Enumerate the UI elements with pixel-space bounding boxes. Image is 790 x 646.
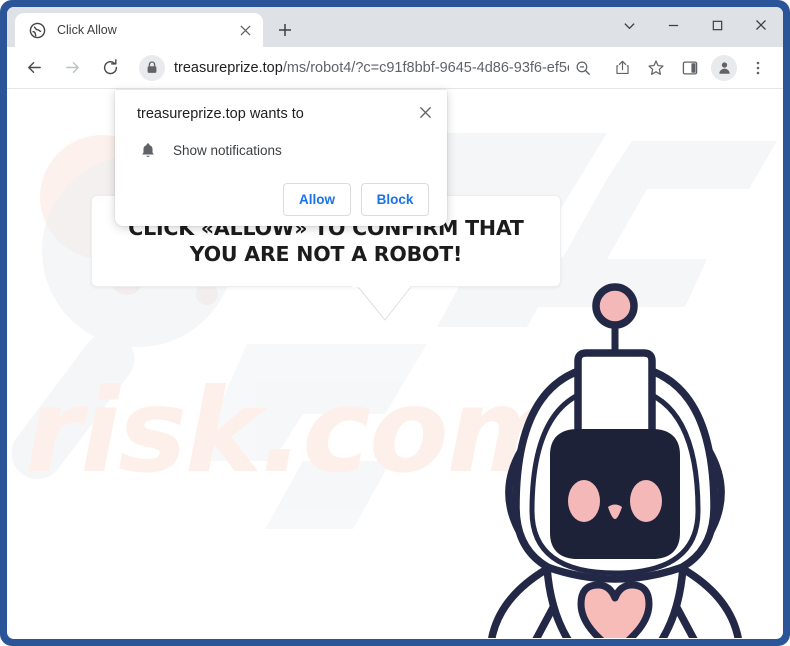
browser-toolbar: treasureprize.top/ms/robot4/?c=c91f8bbf-… [7,47,783,89]
share-icon[interactable] [607,53,637,83]
block-button[interactable]: Block [361,183,429,216]
url-text: treasureprize.top/ms/robot4/?c=c91f8bbf-… [174,60,569,76]
allow-button[interactable]: Allow [283,183,351,216]
globe-icon [29,22,46,39]
reload-button[interactable] [94,52,126,84]
new-tab-button[interactable] [271,16,299,44]
robot-mascot-illustration [488,283,742,638]
window-controls [607,7,783,43]
popup-permission-label: Show notifications [173,142,282,158]
tab-title: Click Allow [57,23,117,37]
browser-tab[interactable]: Click Allow [15,13,263,47]
bell-icon [137,139,159,161]
popup-actions: Allow Block [137,183,431,216]
tab-close-icon[interactable] [235,20,255,40]
address-bar[interactable]: treasureprize.top/ms/robot4/?c=c91f8bbf-… [137,52,599,83]
popup-title: treasureprize.top wants to [137,106,304,122]
browser-window: Click Allow treasureprize.top/ms/robot4/… [7,7,783,639]
close-icon[interactable] [739,7,783,43]
tab-search-chevron-down-icon[interactable] [607,7,651,43]
browser-window-frame: Click Allow treasureprize.top/ms/robot4/… [0,0,790,646]
maximize-icon[interactable] [695,7,739,43]
side-panel-icon[interactable] [675,53,705,83]
tab-strip: Click Allow [7,7,783,47]
lock-icon[interactable] [139,54,165,81]
url-path: /ms/robot4/?c=c91f8bbf-9645-4d86-93f6-ef… [282,59,569,76]
zoom-out-icon[interactable] [569,54,597,82]
popup-close-icon[interactable] [413,100,437,124]
bookmark-star-icon[interactable] [641,53,671,83]
notification-permission-popup: treasureprize.top wants to Show notifica… [115,90,447,226]
speech-bubble-tail [352,286,411,321]
minimize-icon[interactable] [651,7,695,43]
back-button[interactable] [18,52,50,84]
more-menu-icon[interactable] [743,53,773,83]
profile-avatar-icon[interactable] [711,54,737,81]
url-host: treasureprize.top [174,59,283,76]
popup-permission-row: Show notifications [137,139,431,161]
forward-button[interactable] [56,52,88,84]
